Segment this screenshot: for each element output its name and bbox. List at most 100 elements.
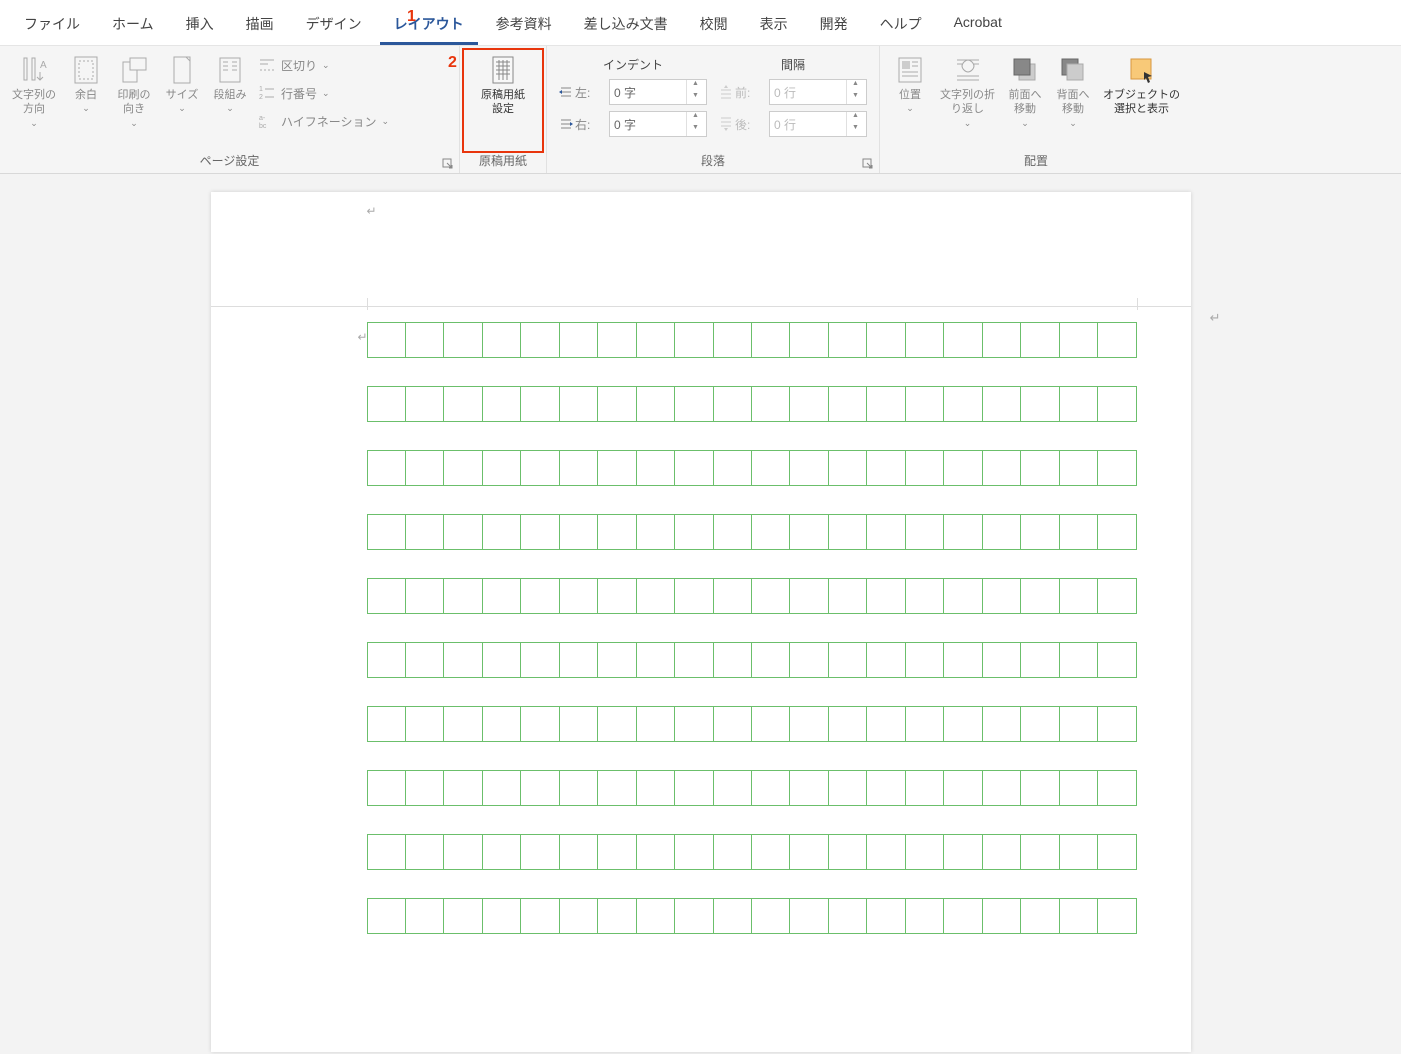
tab-acrobat[interactable]: Acrobat [940,6,1016,45]
orientation-icon [118,54,150,86]
document-page[interactable]: ↵ ↵ ↵ [211,192,1191,1052]
group-arrange: 位置 ⌄ 文字列の折 り返し ⌄ 前面へ 移動 ⌄ [880,46,1192,173]
grid-row [367,450,1137,486]
tab-layout[interactable]: レイアウト [380,6,478,45]
svg-text:1: 1 [259,86,263,93]
chevron-down-icon: ⌄ [382,116,390,127]
spin-down[interactable]: ▼ [687,92,704,104]
tab-insert[interactable]: 挿入 [172,6,228,45]
tab-review[interactable]: 校閲 [686,6,742,45]
grid-row: ↵ [367,322,1137,358]
group-page-setup: A 文字列の 方向 ⌄ 余白 ⌄ 印刷の 向き ⌄ [0,46,460,173]
margins-icon [70,54,102,86]
tab-mailings[interactable]: 差し込み文書 [570,6,682,45]
tab-file[interactable]: ファイル [10,6,94,45]
size-button[interactable]: サイズ ⌄ [158,52,206,116]
orientation-button[interactable]: 印刷の 向き ⌄ [110,52,158,131]
text-direction-button[interactable]: A 文字列の 方向 ⌄ [6,52,62,131]
indent-left-input[interactable]: ▲▼ [609,79,707,105]
tab-design[interactable]: デザイン [292,6,376,45]
grid-row [367,514,1137,550]
chevron-down-icon: ⌄ [1069,118,1077,129]
indent-right-icon [559,117,573,131]
hyphenation-icon: a-bc [258,112,276,130]
indent-header: インデント [559,52,707,79]
position-icon [894,54,926,86]
margins-button[interactable]: 余白 ⌄ [62,52,110,116]
selection-pane-icon [1126,54,1158,86]
grid-row [367,770,1137,806]
selection-pane-button[interactable]: オブジェクトの 選択と表示 [1097,52,1186,119]
tab-view[interactable]: 表示 [746,6,802,45]
spin-up: ▲ [847,112,864,124]
svg-text:bc: bc [259,123,267,130]
grid-row [367,642,1137,678]
group-label-paragraph: 段落 [553,150,873,171]
indent-left-label: 左: [559,84,605,101]
spin-up[interactable]: ▲ [687,80,704,92]
bring-forward-button[interactable]: 前面へ 移動 ⌄ [1001,52,1049,131]
tab-references[interactable]: 参考資料 [482,6,566,45]
breaks-button[interactable]: 区切り ⌄ [258,56,389,74]
annotation-1: 1 [407,8,416,26]
indent-left-icon [559,85,573,99]
grid-row [367,898,1137,934]
paragraph-mark-icon: ↵ [358,330,368,344]
grid-row [367,578,1137,614]
spacing-after-label: 後: [719,116,765,133]
spin-up[interactable]: ▲ [687,112,704,124]
spacing-before-label: 前: [719,84,765,101]
tab-draw[interactable]: 描画 [232,6,288,45]
group-manuscript: 原稿用紙 設定 原稿用紙 [460,46,547,173]
group-label-arrange: 配置 [886,150,1186,171]
indent-right-input[interactable]: ▲▼ [609,111,707,137]
columns-button[interactable]: 段組み ⌄ [206,52,254,116]
chevron-down-icon: ⌄ [964,118,972,129]
group-paragraph: インデント 左: ▲▼ 右: [547,46,880,173]
group-label-manuscript: 原稿用紙 [466,150,540,171]
spacing-before-input: ▲▼ [769,79,867,105]
paragraph-launcher[interactable] [861,157,875,171]
ribbon-tabs: ファイル ホーム 挿入 描画 デザイン レイアウト 参考資料 差し込み文書 校閲… [0,0,1401,46]
send-backward-button[interactable]: 背面へ 移動 ⌄ [1049,52,1097,131]
page-setup-launcher[interactable] [441,157,455,171]
hyphenation-button[interactable]: a-bc ハイフネーション ⌄ [258,112,389,130]
indent-right-label: 右: [559,116,605,133]
chevron-down-icon: ⌄ [906,103,914,114]
chevron-down-icon: ⌄ [130,118,138,129]
bring-forward-icon [1009,54,1041,86]
spin-down: ▼ [847,124,864,136]
tab-developer[interactable]: 開発 [806,6,862,45]
chevron-down-icon: ⌄ [1021,118,1029,129]
breaks-icon [258,56,276,74]
line-numbers-button[interactable]: 12 行番号 ⌄ [258,84,389,102]
tab-home[interactable]: ホーム [98,6,168,45]
spin-down[interactable]: ▼ [687,124,704,136]
position-button[interactable]: 位置 ⌄ [886,52,934,116]
chevron-down-icon: ⌄ [30,118,38,129]
manuscript-icon [487,54,519,86]
text-wrap-button[interactable]: 文字列の折 り返し ⌄ [934,52,1001,131]
spacing-header: 間隔 [719,52,867,79]
text-wrap-icon [952,54,984,86]
manuscript-grid: ↵ [367,322,1137,962]
text-direction-icon: A [18,54,50,86]
spin-up: ▲ [847,80,864,92]
spacing-after-input: ▲▼ [769,111,867,137]
spacing-before-icon [719,85,733,99]
line-numbers-icon: 12 [258,84,276,102]
size-icon [166,54,198,86]
grid-row [367,386,1137,422]
chevron-down-icon: ⌄ [82,103,90,114]
grid-row [367,834,1137,870]
spacing-after-icon [719,117,733,131]
document-area: ↵ ↵ ↵ [0,174,1401,1052]
send-backward-icon [1057,54,1089,86]
chevron-down-icon: ⌄ [322,88,330,99]
tab-help[interactable]: ヘルプ [866,6,936,45]
paragraph-mark-icon: ↵ [367,204,377,218]
manuscript-settings-button[interactable]: 原稿用紙 設定 [466,52,540,119]
grid-row [367,706,1137,742]
group-label-page-setup: ページ設定 [6,150,453,171]
svg-text:2: 2 [259,94,263,101]
